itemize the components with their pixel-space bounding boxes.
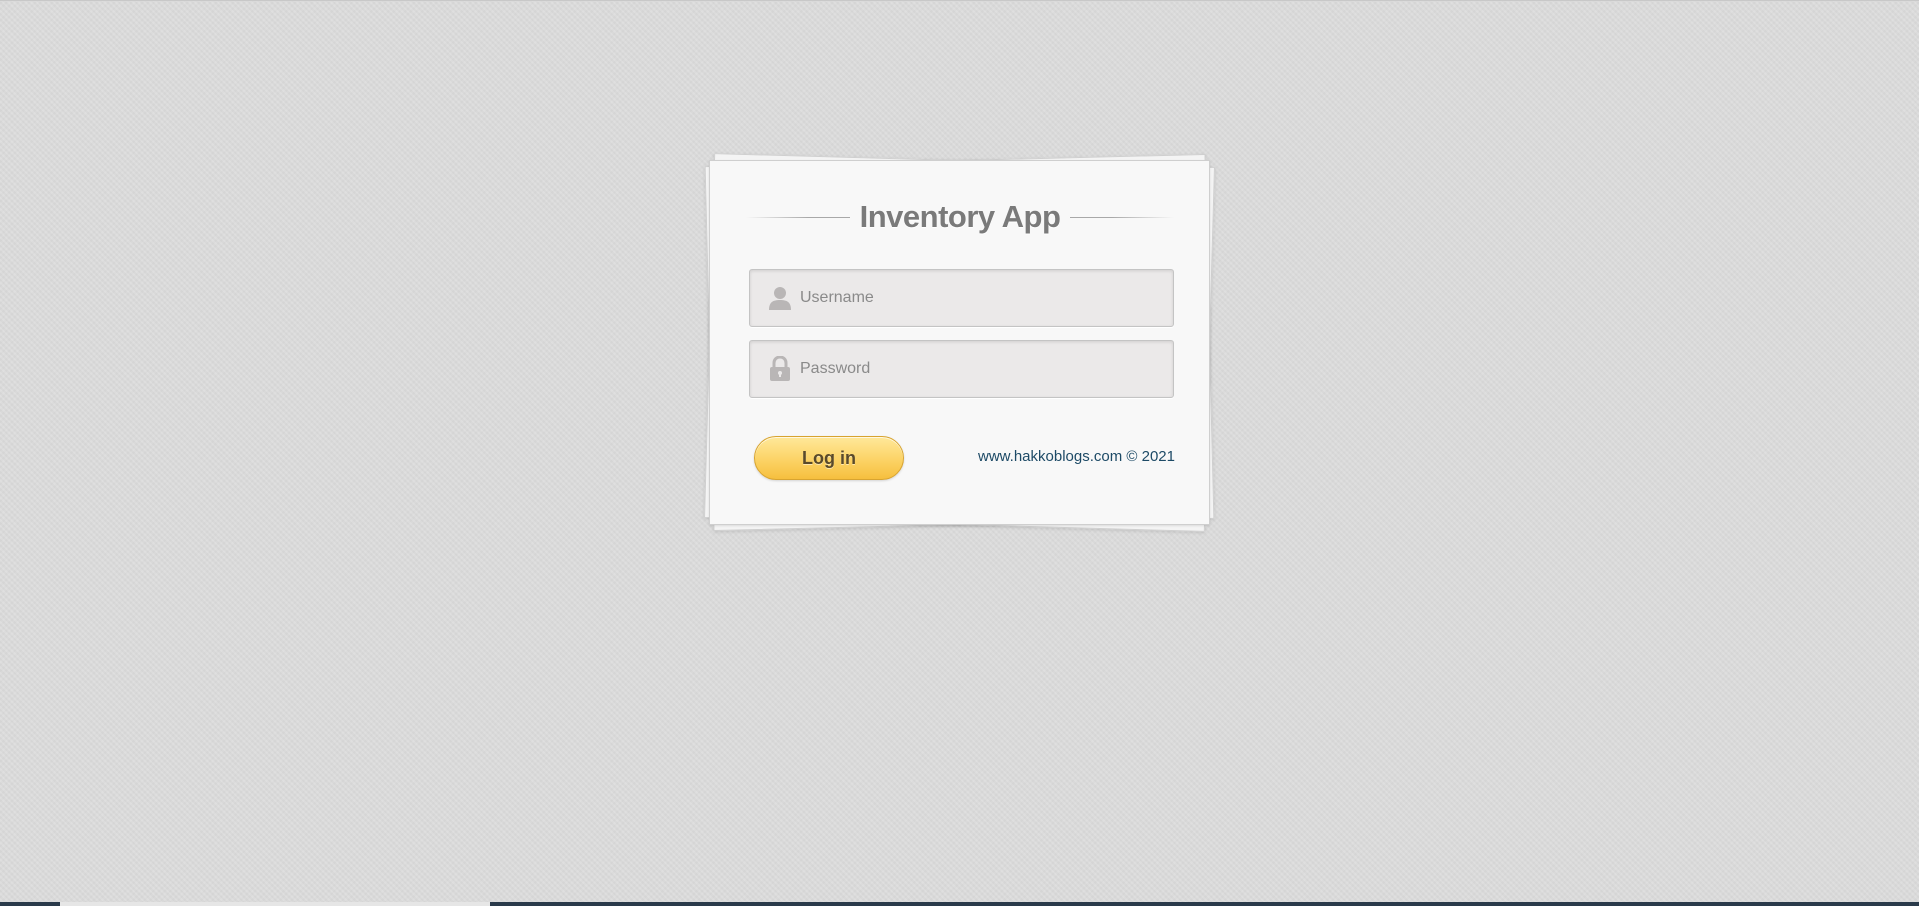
top-border [0, 0, 1919, 1]
title-divider-right [1070, 216, 1175, 218]
footer-link[interactable]: www.hakkoblogs.com © 2021 [970, 448, 1175, 465]
password-input[interactable] [800, 349, 1160, 389]
bottom-bar-segment [60, 902, 490, 906]
title-divider-left [746, 216, 850, 218]
login-button[interactable]: Log in [754, 436, 904, 480]
bottom-bar [0, 902, 1919, 906]
user-icon [768, 285, 792, 311]
login-card-stack: Inventory App Log [704, 153, 1215, 532]
lock-icon [768, 356, 792, 382]
login-card: Inventory App Log [709, 160, 1210, 525]
app-title: Inventory App [859, 199, 1061, 234]
password-field[interactable] [749, 340, 1174, 398]
username-field[interactable] [749, 269, 1174, 327]
title-row: Inventory App [746, 197, 1175, 237]
username-input[interactable] [800, 278, 1160, 318]
